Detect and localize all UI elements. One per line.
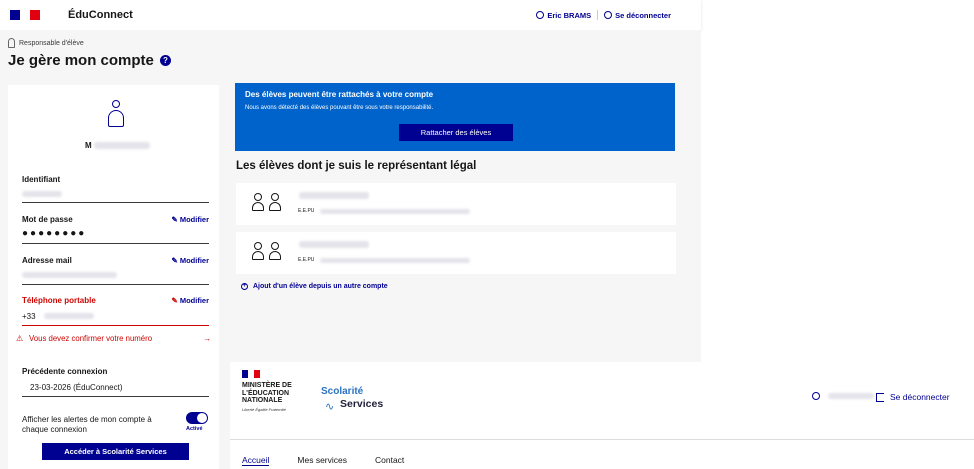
attach-title: Des élèves peuvent être rattachés à votr… <box>245 90 434 99</box>
children-icon <box>252 242 281 260</box>
role-text: Responsable d'élève <box>19 39 84 47</box>
identifier-label: Identifiant <box>22 175 61 184</box>
modify-password-link[interactable]: ✎ Modifier <box>172 215 209 224</box>
password-label: Mot de passe <box>22 215 73 224</box>
children-icon <box>252 193 281 211</box>
students-section-title: Les élèves dont je suis le représentant … <box>236 160 477 172</box>
previous-login-value: 23-03-2026 (ÉduConnect) <box>22 379 209 397</box>
password-field: Mot de passe ✎ Modifier ●●●●●●●● <box>22 215 209 244</box>
redacted-identifier <box>22 191 62 197</box>
nav-home[interactable]: Accueil <box>242 455 270 466</box>
profile-name: M <box>85 141 150 150</box>
add-student-link[interactable]: + Ajout d'un élève depuis un autre compte <box>241 283 388 290</box>
logout-link[interactable]: Se déconnecter <box>604 10 671 20</box>
divider <box>230 439 974 440</box>
page-title: Je gère mon compte? <box>8 52 171 69</box>
republic-flag-icon <box>10 10 40 20</box>
person-icon <box>8 38 15 48</box>
user-menu: Eric BRAMS Se déconnecter <box>536 0 671 30</box>
pencil-icon: ✎ <box>171 296 178 305</box>
redacted-student-name <box>299 192 369 199</box>
redacted-user <box>828 393 874 399</box>
role-label: Responsable d'élève <box>8 38 84 48</box>
republic-flag-icon <box>242 370 260 378</box>
logout-icon <box>604 10 613 19</box>
school-prefix: E.E.PU <box>298 257 315 263</box>
top-header: ÉduConnect Eric BRAMS Se déconnecter <box>0 0 701 30</box>
attach-students-banner: Des élèves peuvent être rattachés à votr… <box>235 83 675 151</box>
modify-phone-link[interactable]: ✎ Modifier <box>172 296 209 305</box>
pencil-icon: ✎ <box>171 215 178 224</box>
scolarite-services-button[interactable]: Accéder à Scolarité Services <box>42 443 189 460</box>
phone-field: Téléphone portable ✎ Modifier +33 <box>22 296 209 326</box>
divider <box>597 10 599 20</box>
nav-my-services[interactable]: Mes services <box>297 455 347 466</box>
phone-error-text: Vous devez confirmer votre numéro <box>29 334 153 343</box>
redacted-name <box>93 142 150 149</box>
attach-subtitle: Nous avons détecté des élèves pouvant êt… <box>245 105 434 111</box>
user-link[interactable]: Eric BRAMS <box>536 10 592 20</box>
school-prefix: E.E.PU <box>298 208 315 214</box>
help-icon[interactable]: ? <box>159 55 171 66</box>
user-icon <box>536 10 545 19</box>
student-card[interactable]: E.E.PU <box>236 232 676 274</box>
phone-label: Téléphone portable <box>22 296 96 305</box>
ministry-name: MINISTÈRE DE L'ÉDUCATION NATIONALE <box>242 382 292 404</box>
profile-card: M Identifiant Mot de passe ✎ Modifier ●●●●… <box>8 85 219 469</box>
phone-error-link[interactable]: ⚠ Vous devez confirmer votre numéro → <box>16 334 211 344</box>
republic-motto: Liberté Égalité Fraternité <box>242 407 286 412</box>
plus-circle-icon: + <box>241 283 248 290</box>
logo-wave-icon: ∿ <box>325 401 335 413</box>
logo-services[interactable]: Services <box>340 398 383 410</box>
nav-contact[interactable]: Contact <box>375 455 404 466</box>
footer-user[interactable] <box>812 392 874 400</box>
attach-students-button[interactable]: Rattacher des élèves <box>399 124 513 141</box>
user-icon <box>812 392 820 400</box>
footer-logout-link[interactable]: Se déconnecter <box>876 392 950 402</box>
avatar-icon <box>106 100 126 128</box>
previous-login-label: Précédente connexion <box>22 367 108 376</box>
redacted-email <box>22 272 117 278</box>
logo-scolarite[interactable]: Scolarité <box>321 386 363 397</box>
alerts-toggle[interactable] <box>186 412 208 424</box>
alerts-state: Activé <box>186 426 203 432</box>
footer-logout-label: Se déconnecter <box>890 392 950 402</box>
pencil-icon: ✎ <box>171 256 178 265</box>
footer-nav: Accueil Mes services Contact <box>242 455 404 466</box>
scolarite-header: MINISTÈRE DE L'ÉDUCATION NATIONALE Liber… <box>230 362 974 469</box>
warning-icon: ⚠ <box>16 334 23 343</box>
page-title-text: Je gère mon compte <box>8 52 154 69</box>
identifier-field: Identifiant <box>22 175 209 203</box>
user-name: Eric BRAMS <box>547 10 592 20</box>
redacted-phone <box>43 313 94 319</box>
redacted-student-name <box>299 241 369 248</box>
redacted-school <box>320 257 471 263</box>
alerts-label: Afficher les alertes de mon compte à cha… <box>22 415 152 434</box>
password-value: ●●●●●●●● <box>22 228 87 239</box>
phone-prefix: +33 <box>22 311 36 321</box>
email-label: Adresse mail <box>22 256 72 265</box>
redacted-school <box>320 208 471 214</box>
add-student-label: Ajout d'un élève depuis un autre compte <box>253 283 388 290</box>
brand-name: ÉduConnect <box>68 9 133 21</box>
modify-email-link[interactable]: ✎ Modifier <box>172 256 209 265</box>
student-card[interactable]: E.E.PU <box>236 183 676 225</box>
profile-initial: M <box>85 141 92 150</box>
logout-icon <box>876 392 884 402</box>
email-field: Adresse mail ✎ Modifier <box>22 256 209 285</box>
arrow-right-icon: → <box>203 334 211 343</box>
logout-label: Se déconnecter <box>615 10 671 20</box>
